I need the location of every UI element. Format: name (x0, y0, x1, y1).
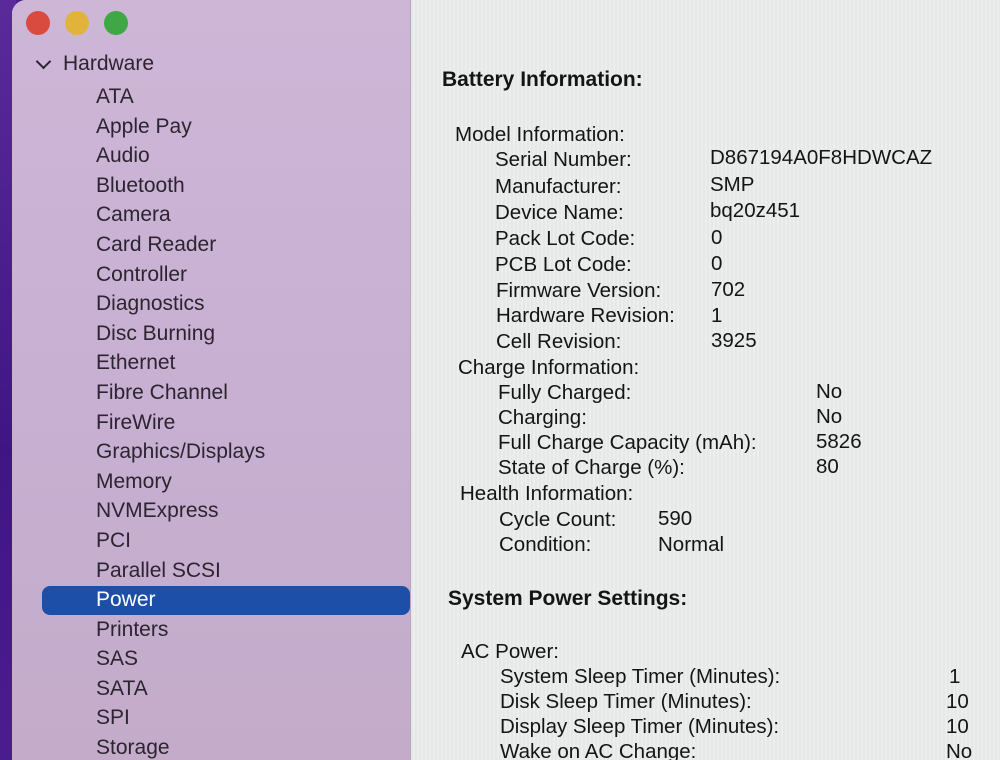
sidebar-item-sas[interactable]: SAS (12, 644, 410, 674)
serial-number-value: D867194A0F8HDWCAZ (710, 146, 933, 169)
sidebar-item-sata[interactable]: SATA (12, 674, 410, 704)
condition-value: Normal (658, 533, 725, 556)
sidebar-item-controller[interactable]: Controller (12, 260, 410, 290)
sidebar-item-pci[interactable]: PCI (12, 526, 410, 556)
condition-label: Condition: (499, 533, 592, 556)
ac-power-heading: AC Power: (461, 640, 559, 663)
firmware-version-label: Firmware Version: (496, 279, 662, 302)
display-sleep-timer-label: Display Sleep Timer (Minutes): (500, 715, 780, 738)
sidebar-item-power[interactable]: Power (12, 585, 410, 615)
sidebar-item-card-reader[interactable]: Card Reader (12, 230, 410, 260)
sidebar-tree: ATA Apple Pay Audio Bluetooth Camera Car… (12, 82, 410, 760)
wake-on-ac-change-label: Wake on AC Change: (500, 740, 697, 760)
battery-information-title: Battery Information: (442, 68, 643, 91)
sidebar: Hardware ATA Apple Pay Audio Bluetooth C… (12, 0, 411, 760)
system-sleep-timer-label: System Sleep Timer (Minutes): (500, 665, 781, 688)
sidebar-item-diagnostics[interactable]: Diagnostics (12, 289, 410, 319)
zoom-button[interactable] (104, 11, 128, 35)
detail-pane: Battery Information: Model Information: … (411, 0, 1000, 760)
display-sleep-timer-value: 10 (946, 715, 969, 738)
state-of-charge-label: State of Charge (%): (498, 456, 685, 479)
hardware-revision-value: 1 (711, 304, 723, 327)
sidebar-item-ethernet[interactable]: Ethernet (12, 348, 410, 378)
pack-lot-code-value: 0 (711, 226, 723, 249)
sidebar-section-hardware[interactable]: Hardware (35, 52, 155, 76)
sidebar-section-label: Hardware (63, 52, 155, 75)
sidebar-item-bluetooth[interactable]: Bluetooth (12, 171, 410, 201)
health-information-heading: Health Information: (460, 482, 634, 505)
minimize-button[interactable] (65, 11, 89, 35)
system-power-settings-title: System Power Settings: (448, 587, 688, 610)
sidebar-item-ata[interactable]: ATA (12, 82, 410, 112)
manufacturer-value: SMP (710, 173, 755, 196)
cell-revision-value: 3925 (711, 329, 757, 352)
firmware-version-value: 702 (711, 278, 746, 301)
charging-value: No (816, 405, 843, 428)
system-information-window: Hardware ATA Apple Pay Audio Bluetooth C… (12, 0, 1000, 760)
hardware-revision-label: Hardware Revision: (496, 304, 675, 327)
chevron-down-icon[interactable] (35, 53, 52, 69)
sidebar-item-spi[interactable]: SPI (12, 703, 410, 733)
system-sleep-timer-value: 1 (949, 665, 961, 688)
cycle-count-value: 590 (658, 507, 693, 530)
sidebar-item-disc-burning[interactable]: Disc Burning (12, 319, 410, 349)
window-controls (26, 11, 128, 35)
sidebar-item-nvmexpress[interactable]: NVMExpress (12, 496, 410, 526)
serial-number-label: Serial Number: (495, 148, 632, 171)
close-button[interactable] (26, 11, 50, 35)
cycle-count-label: Cycle Count: (499, 508, 617, 531)
sidebar-item-firewire[interactable]: FireWire (12, 408, 410, 438)
model-information-heading: Model Information: (455, 123, 625, 146)
full-charge-capacity-label: Full Charge Capacity (mAh): (498, 431, 757, 454)
wake-on-ac-change-value: No (946, 740, 973, 760)
pack-lot-code-label: Pack Lot Code: (495, 227, 636, 250)
sidebar-item-fibre-channel[interactable]: Fibre Channel (12, 378, 410, 408)
disk-sleep-timer-value: 10 (946, 690, 969, 713)
device-name-label: Device Name: (495, 201, 624, 224)
pcb-lot-code-value: 0 (711, 252, 723, 275)
disk-sleep-timer-label: Disk Sleep Timer (Minutes): (500, 690, 752, 713)
manufacturer-label: Manufacturer: (495, 175, 622, 198)
fully-charged-label: Fully Charged: (498, 381, 632, 404)
cell-revision-label: Cell Revision: (496, 330, 622, 353)
fully-charged-value: No (816, 380, 843, 403)
sidebar-item-camera[interactable]: Camera (12, 200, 410, 230)
charging-label: Charging: (498, 406, 587, 429)
sidebar-item-printers[interactable]: Printers (12, 615, 410, 645)
device-name-value: bq20z451 (710, 199, 801, 222)
sidebar-item-audio[interactable]: Audio (12, 141, 410, 171)
full-charge-capacity-value: 5826 (816, 430, 862, 453)
state-of-charge-value: 80 (816, 455, 839, 478)
sidebar-item-storage[interactable]: Storage (12, 733, 410, 760)
sidebar-item-memory[interactable]: Memory (12, 467, 410, 497)
pcb-lot-code-label: PCB Lot Code: (495, 253, 632, 276)
sidebar-item-apple-pay[interactable]: Apple Pay (12, 112, 410, 142)
sidebar-item-graphics-displays[interactable]: Graphics/Displays (12, 437, 410, 467)
charge-information-heading: Charge Information: (458, 356, 640, 379)
sidebar-item-parallel-scsi[interactable]: Parallel SCSI (12, 556, 410, 586)
